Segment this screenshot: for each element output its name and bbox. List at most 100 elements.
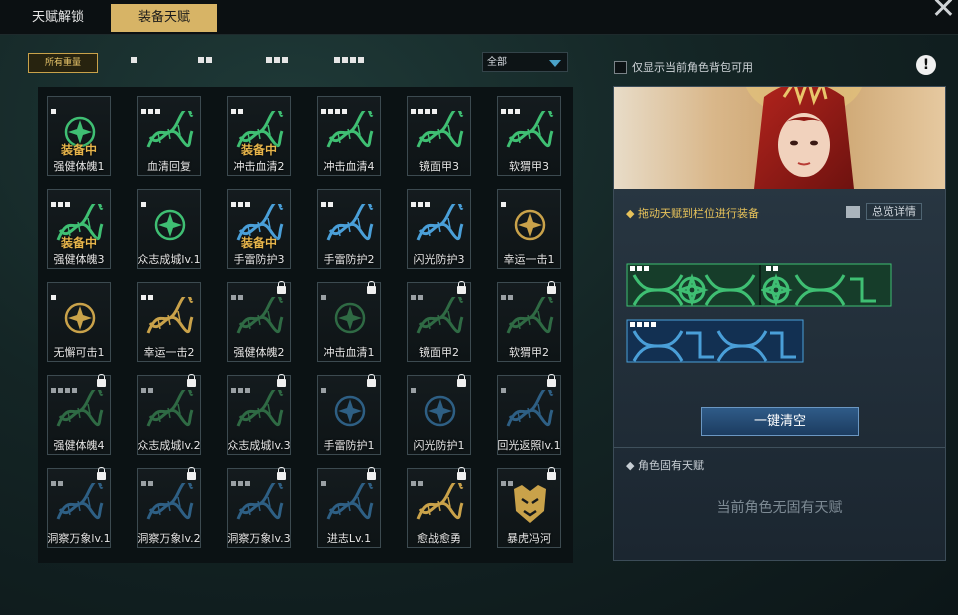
weight-dots	[51, 285, 58, 300]
talent-card[interactable]: 装备中 强健体魄3	[47, 189, 111, 269]
star-emblem-icon	[334, 302, 366, 334]
filter-weight-4[interactable]	[334, 55, 366, 67]
tab-equip-talent[interactable]: 装备天赋	[111, 4, 217, 32]
talent-card[interactable]: 暴虎冯河	[497, 467, 561, 548]
filter-weight-3[interactable]	[266, 55, 290, 67]
talent-card[interactable]: 手雷防护2	[317, 189, 381, 269]
talent-label: 洞察万象lv.1	[47, 532, 111, 545]
divider	[614, 447, 945, 448]
weight-dots	[411, 285, 425, 300]
lock-icon	[367, 467, 376, 480]
weight-dots	[411, 378, 418, 393]
talent-card[interactable]: 幸运一击2	[137, 282, 201, 362]
talent-card[interactable]: 冲击血清1	[317, 281, 381, 362]
filter-weight-1[interactable]	[131, 55, 139, 67]
talent-card[interactable]: 众志成城lv.1	[137, 189, 201, 269]
talent-grid: 装备中强健体魄1 血清回复 装备中冲击血清2 冲击血清4 镜面甲3 软猬甲3	[38, 87, 573, 563]
clear-all-button[interactable]: 一键清空	[701, 407, 859, 436]
talent-card[interactable]: 装备中 强健体魄1	[47, 96, 111, 176]
lock-icon	[187, 467, 196, 480]
talent-label: 洞察万象lv.2	[137, 532, 201, 545]
weight-dots	[501, 378, 508, 393]
top-bar: 天赋解锁 装备天赋 ✕	[0, 0, 958, 35]
backpack-filter-checkbox[interactable]	[614, 61, 627, 74]
equipped-badge: 装备中	[240, 236, 277, 250]
talent-label: 强健体魄4	[53, 439, 105, 452]
talent-label: 手雷防护1	[323, 439, 375, 452]
tab-talent-unlock[interactable]: 天赋解锁	[8, 4, 108, 32]
slot-row-2	[626, 319, 804, 363]
talent-card[interactable]: 回光返照lv.1	[497, 374, 561, 455]
talent-card[interactable]: 闪光防护3	[407, 189, 471, 269]
weight-dots	[141, 285, 155, 300]
talent-card[interactable]: 强健体魄4	[47, 374, 111, 455]
dna-icon	[326, 111, 374, 148]
lock-icon	[547, 374, 556, 387]
dna-icon	[146, 483, 194, 520]
talent-label: 镜面甲3	[419, 160, 459, 173]
weight-dots	[51, 471, 65, 486]
weight-dots	[141, 471, 155, 486]
talent-card[interactable]: 众志成城lv.3	[227, 374, 291, 455]
weight-dots	[231, 471, 252, 486]
weight-dots	[411, 471, 425, 486]
dna-icon	[236, 390, 284, 427]
weight-dots	[231, 192, 252, 207]
talent-card[interactable]: 众志成城lv.2	[137, 374, 201, 455]
talent-card[interactable]: 强健体魄2	[227, 281, 291, 362]
talent-card[interactable]: 洞察万象lv.1	[47, 467, 111, 548]
talent-label: 软猬甲2	[509, 346, 549, 359]
weight-dots	[411, 192, 432, 207]
weight-dots	[51, 192, 72, 207]
filter-weight-2[interactable]	[198, 55, 214, 67]
dna-icon	[506, 111, 554, 148]
talent-card[interactable]: 进志Lv.1	[317, 467, 381, 548]
weight-dots	[231, 285, 245, 300]
talent-card[interactable]: 幸运一击1	[497, 189, 561, 269]
talent-card[interactable]: 手雷防护1	[317, 374, 381, 455]
talent-label: 众志成城lv.2	[137, 439, 201, 452]
talent-card[interactable]: 洞察万象lv.2	[137, 467, 201, 548]
talent-card[interactable]: 软猬甲3	[497, 96, 561, 176]
weight-dots	[321, 285, 328, 300]
weight-dots	[411, 99, 439, 114]
clipboard-icon	[846, 206, 860, 218]
talent-card[interactable]: 软猬甲2	[497, 281, 561, 362]
lock-icon	[457, 374, 466, 387]
talent-card[interactable]: 闪光防护1	[407, 374, 471, 455]
overview-button[interactable]: 总览详情	[846, 203, 922, 220]
talent-card[interactable]: 冲击血清4	[317, 96, 381, 176]
talent-label: 镜面甲2	[419, 346, 459, 359]
weight-dots	[321, 471, 328, 486]
dna-icon	[146, 390, 194, 427]
talent-card[interactable]: 镜面甲2	[407, 281, 471, 362]
talent-label: 众志成城lv.3	[227, 439, 291, 452]
category-dropdown[interactable]: 全部	[482, 52, 568, 72]
weight-dots	[321, 99, 349, 114]
weight-dots	[231, 99, 245, 114]
lock-icon	[457, 281, 466, 294]
weight-dots	[501, 192, 508, 207]
talent-card[interactable]: 洞察万象lv.3	[227, 467, 291, 548]
lock-icon	[187, 374, 196, 387]
info-icon[interactable]: !	[916, 55, 936, 75]
lock-icon	[547, 467, 556, 480]
weight-dots	[231, 378, 252, 393]
slot-row-1	[626, 263, 892, 307]
talent-card[interactable]: 血清回复	[137, 96, 201, 176]
equipped-talent-green[interactable]	[626, 263, 892, 307]
equipped-talent-blue[interactable]	[626, 319, 804, 363]
talent-card[interactable]: 装备中 冲击血清2	[227, 96, 291, 176]
talent-card[interactable]: 无懈可击1	[47, 282, 111, 362]
innate-talent-title: ◆ 角色固有天赋	[626, 459, 704, 472]
talent-card[interactable]: 镜面甲3	[407, 96, 471, 176]
equipped-badge: 装备中	[60, 236, 97, 250]
talent-card[interactable]: 装备中 手雷防护3	[227, 189, 291, 269]
talent-card[interactable]: 愈战愈勇	[407, 467, 471, 548]
weight-dots	[501, 99, 522, 114]
filter-all-weights[interactable]: 所有重量	[28, 53, 98, 73]
weight-dots	[321, 192, 335, 207]
close-icon[interactable]: ✕	[931, 0, 956, 24]
lock-icon	[97, 374, 106, 387]
dna-icon	[326, 204, 374, 241]
